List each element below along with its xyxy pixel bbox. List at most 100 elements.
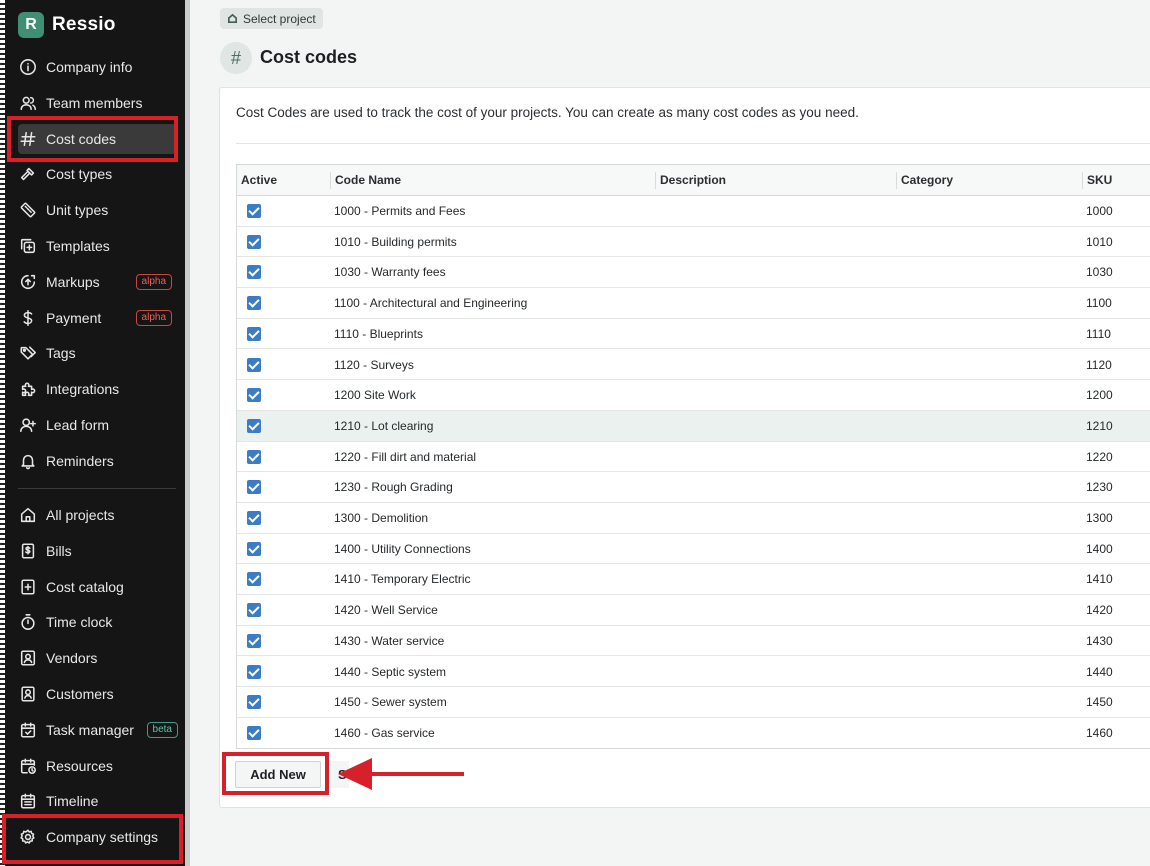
home-icon xyxy=(18,505,38,525)
sidebar-item-vendors[interactable]: Vendors xyxy=(18,643,176,673)
active-checkbox[interactable] xyxy=(247,418,261,433)
table-row[interactable]: 1100 - Architectural and Engineering 1100 xyxy=(237,288,1150,319)
table-row[interactable]: 1410 - Temporary Electric 1410 xyxy=(237,564,1150,596)
active-checkbox[interactable] xyxy=(247,204,261,218)
sidebar-item-timeline[interactable]: Timeline xyxy=(18,786,176,816)
breadcrumb[interactable]: Select project xyxy=(220,8,323,29)
highlight-cost-codes xyxy=(7,116,178,162)
table-row[interactable]: 1450 - Sewer system 1450 xyxy=(237,687,1150,718)
table-row[interactable]: 1400 - Utility Connections 1400 xyxy=(237,534,1150,565)
active-checkbox[interactable] xyxy=(247,572,261,587)
sku-cell: 1120 xyxy=(1086,357,1112,372)
sku-cell: 1230 xyxy=(1086,480,1113,495)
sidebar-item-label: Cost types xyxy=(46,166,113,183)
active-checkbox[interactable] xyxy=(247,511,261,525)
highlight-add-new xyxy=(222,752,329,795)
column-header-category[interactable]: Category xyxy=(897,165,953,196)
sku-cell: 1100 xyxy=(1086,296,1112,311)
code-name-cell: 1300 - Demolition xyxy=(334,511,429,525)
table-row[interactable]: 1420 - Well Service 1420 xyxy=(237,595,1150,626)
sidebar-item-markups[interactable]: Markups alpha xyxy=(18,267,176,297)
sidebar-item-label: Customers xyxy=(46,686,114,702)
active-checkbox[interactable] xyxy=(247,695,261,710)
sku-cell: 1430 xyxy=(1086,633,1113,648)
code-name-cell: 1010 - Building permits xyxy=(334,234,457,249)
sidebar-item-customers[interactable]: Customers xyxy=(18,679,176,709)
sidebar-item-unit-types[interactable]: Unit types xyxy=(18,195,176,225)
table-row[interactable]: 1460 - Gas service 1460 xyxy=(237,718,1150,748)
active-checkbox[interactable] xyxy=(247,357,261,372)
hash-icon: # xyxy=(220,42,252,74)
sidebar-item-templates[interactable]: Templates xyxy=(18,231,176,261)
table-row[interactable]: 1230 - Rough Grading 1230 xyxy=(237,472,1150,503)
sidebar-item-integrations[interactable]: Integrations xyxy=(18,374,176,404)
column-header-active[interactable]: Active xyxy=(237,165,277,196)
sidebar-item-label: Time clock xyxy=(46,614,113,631)
table-row[interactable]: 1220 - Fill dirt and material 1220 xyxy=(237,442,1150,473)
sidebar-item-reminders[interactable]: Reminders xyxy=(18,446,176,476)
sidebar-item-label: Templates xyxy=(46,238,110,254)
table-row[interactable]: 1200 Site Work 1200 xyxy=(237,380,1150,411)
alpha-badge: alpha xyxy=(135,309,172,326)
brand[interactable]: R Ressio xyxy=(18,12,116,38)
column-header-sku[interactable]: SKU xyxy=(1083,165,1112,196)
active-checkbox[interactable] xyxy=(247,480,261,495)
sidebar-item-resources[interactable]: Resources xyxy=(18,751,176,781)
active-checkbox[interactable] xyxy=(247,725,261,740)
active-checkbox[interactable] xyxy=(247,603,261,618)
sku-cell: 1110 xyxy=(1086,326,1111,341)
table-row[interactable]: 1440 - Septic system 1440 xyxy=(237,657,1150,688)
column-header-description[interactable]: Description xyxy=(656,165,726,196)
sidebar-item-bills[interactable]: Bills xyxy=(18,536,176,566)
active-checkbox[interactable] xyxy=(247,234,261,249)
calendar-check-icon xyxy=(18,720,38,740)
sidebar-item-label: Markups xyxy=(46,273,100,290)
active-checkbox[interactable] xyxy=(247,541,261,556)
sidebar-item-cost-types[interactable]: Cost types xyxy=(18,159,176,189)
active-checkbox[interactable] xyxy=(247,296,261,311)
sidebar-item-task-manager[interactable]: Task manager beta xyxy=(18,715,178,745)
active-checkbox[interactable] xyxy=(247,449,261,464)
home-icon xyxy=(228,13,237,23)
sidebar-item-label: Team members xyxy=(46,94,143,111)
puzzle-icon xyxy=(18,379,38,399)
column-header-code-name[interactable]: Code Name xyxy=(331,165,401,196)
sidebar-item-label: Integrations xyxy=(46,381,120,398)
brand-name: Ressio xyxy=(52,14,116,35)
sidebar-item-label: Task manager xyxy=(46,721,134,738)
table-row[interactable]: 1120 - Surveys 1120 xyxy=(237,350,1150,381)
code-name-cell: 1110 - Blueprints xyxy=(334,326,423,341)
sidebar-item-payment[interactable]: Payment alpha xyxy=(18,303,176,333)
sku-cell: 1410 xyxy=(1086,572,1113,587)
table-row[interactable]: 1300 - Demolition 1300 xyxy=(237,503,1150,534)
active-checkbox[interactable] xyxy=(247,664,261,679)
sidebar-item-all-projects[interactable]: All projects xyxy=(18,500,176,530)
sidebar-item-tags[interactable]: Tags xyxy=(18,338,176,368)
bill-icon xyxy=(18,541,38,561)
table-row[interactable]: 1000 - Permits and Fees 1000 xyxy=(237,196,1150,227)
page-description: Cost Codes are used to track the cost of… xyxy=(236,105,859,120)
active-checkbox[interactable] xyxy=(247,388,261,403)
code-name-cell: 1430 - Water service xyxy=(334,633,445,648)
table-row[interactable]: 1110 - Blueprints 1110 xyxy=(237,319,1150,350)
code-name-cell: 1450 - Sewer system xyxy=(334,695,447,710)
sidebar-item-label: Lead form xyxy=(46,417,110,433)
table-row[interactable]: 1030 - Warranty fees 1030 xyxy=(237,257,1150,289)
user-plus-icon xyxy=(18,415,38,435)
table-row[interactable]: 1430 - Water service 1430 xyxy=(237,626,1150,657)
active-checkbox[interactable] xyxy=(247,633,261,648)
sku-cell: 1450 xyxy=(1086,695,1113,710)
table-row[interactable]: 1010 - Building permits 1010 xyxy=(237,227,1150,258)
sku-cell: 1030 xyxy=(1086,265,1113,280)
sidebar-item-cost-catalog[interactable]: Cost catalog xyxy=(18,572,176,602)
sku-cell: 1220 xyxy=(1086,449,1113,464)
sidebar-item-time-clock[interactable]: Time clock xyxy=(18,607,176,637)
sidebar-item-lead-form[interactable]: Lead form xyxy=(18,410,176,440)
table-row[interactable]: 1210 - Lot clearing 1210 xyxy=(237,410,1150,442)
sidebar-item-company-info[interactable]: Company info xyxy=(18,52,176,82)
sku-cell: 1460 xyxy=(1086,725,1113,740)
code-name-cell: 1410 - Temporary Electric xyxy=(334,572,471,587)
sidebar-item-team-members[interactable]: Team members xyxy=(18,88,176,118)
active-checkbox[interactable] xyxy=(247,326,261,341)
active-checkbox[interactable] xyxy=(247,265,261,280)
